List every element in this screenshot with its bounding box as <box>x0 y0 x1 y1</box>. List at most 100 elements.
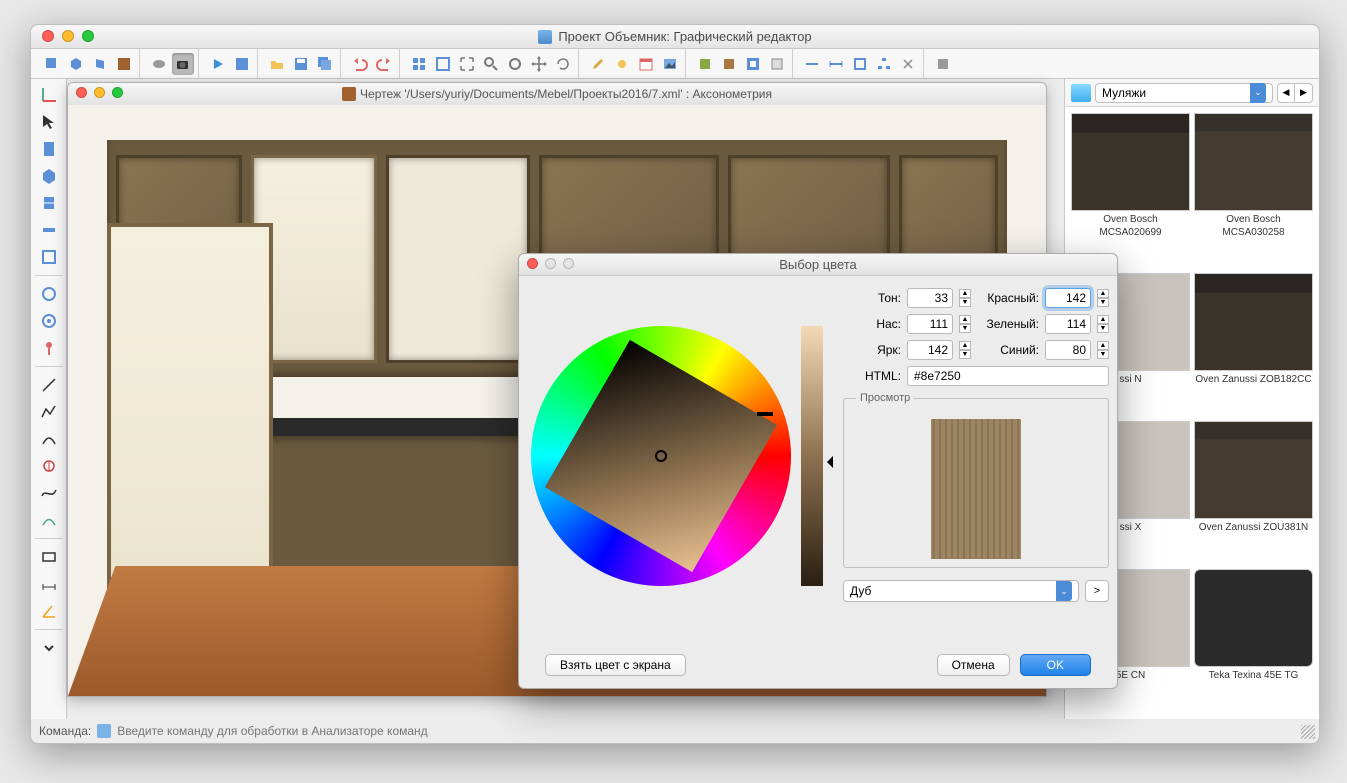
library-item[interactable]: Oven Bosch MCSA030258 <box>1194 113 1313 269</box>
red-input[interactable] <box>1045 288 1091 308</box>
axis-icon[interactable] <box>35 83 63 107</box>
resize-handle-icon[interactable] <box>1301 725 1315 739</box>
image-icon[interactable] <box>659 53 681 75</box>
light-icon[interactable] <box>611 53 633 75</box>
box3d-icon[interactable] <box>35 164 63 188</box>
close-icon[interactable] <box>42 30 54 42</box>
library-folder-select[interactable]: Муляжи ⌄ <box>1095 83 1273 103</box>
undo-icon[interactable] <box>349 53 371 75</box>
blue-spinner[interactable]: ▲▼ <box>1097 341 1109 359</box>
panel-icon[interactable] <box>35 191 63 215</box>
command-input[interactable] <box>117 724 1311 738</box>
save-all-icon[interactable] <box>314 53 336 75</box>
html-input[interactable] <box>907 366 1109 386</box>
redo-icon[interactable] <box>373 53 395 75</box>
green-spinner[interactable]: ▲▼ <box>1097 315 1109 333</box>
open-icon[interactable] <box>266 53 288 75</box>
color-value-slider[interactable] <box>801 326 823 586</box>
color-picker-titlebar[interactable]: Выбор цвета <box>519 254 1117 276</box>
fullscreen-icon[interactable] <box>456 53 478 75</box>
material-next-button[interactable]: > <box>1085 580 1109 602</box>
library-item[interactable]: Oven Zanussi ZOB182CC <box>1194 273 1313 417</box>
polyline-icon[interactable] <box>35 400 63 424</box>
cursor-icon[interactable] <box>35 110 63 134</box>
compass-icon[interactable] <box>35 454 63 478</box>
library-item[interactable]: Oven Zanussi ZOU381N <box>1194 421 1313 565</box>
line-icon[interactable] <box>35 373 63 397</box>
slider-marker-icon[interactable] <box>821 456 833 468</box>
sat-spinner[interactable]: ▲▼ <box>959 315 971 333</box>
cancel-button[interactable]: Отмена <box>937 654 1010 676</box>
lib-next-button[interactable]: ▶ <box>1295 83 1313 103</box>
grid-icon[interactable] <box>408 53 430 75</box>
viewport-titlebar[interactable]: Чертеж '/Users/yuriy/Documents/Mebel/Про… <box>68 83 1046 105</box>
curve-icon[interactable] <box>35 508 63 532</box>
measure1-icon[interactable] <box>801 53 823 75</box>
play-icon[interactable] <box>207 53 229 75</box>
pick-from-screen-button[interactable]: Взять цвет с экрана <box>545 654 686 676</box>
save-icon[interactable] <box>290 53 312 75</box>
library-label: Oven Bosch MCSA030258 <box>1194 214 1313 239</box>
texture-icon[interactable] <box>113 53 135 75</box>
window-icon[interactable] <box>432 53 454 75</box>
shelf-icon[interactable] <box>35 218 63 242</box>
zoom-icon[interactable] <box>480 53 502 75</box>
lib-prev-button[interactable]: ◀ <box>1277 83 1295 103</box>
board-icon[interactable] <box>35 245 63 269</box>
val-input[interactable] <box>907 340 953 360</box>
tool2-icon[interactable] <box>718 53 740 75</box>
rotate-icon[interactable] <box>552 53 574 75</box>
app-icon <box>538 30 552 44</box>
cube-iso-icon[interactable] <box>65 53 87 75</box>
tool3-icon[interactable] <box>742 53 764 75</box>
move-icon[interactable] <box>528 53 550 75</box>
sub-minimize-icon[interactable] <box>94 87 105 98</box>
angle-icon[interactable] <box>35 599 63 623</box>
ok-button[interactable]: OK <box>1020 654 1091 676</box>
circle-icon[interactable] <box>35 282 63 306</box>
library-thumb <box>1194 113 1313 211</box>
door-icon[interactable] <box>35 137 63 161</box>
tool4-icon[interactable] <box>766 53 788 75</box>
calendar-icon[interactable] <box>635 53 657 75</box>
measure2-icon[interactable] <box>825 53 847 75</box>
cp-close-icon[interactable] <box>527 258 538 269</box>
hue-spinner[interactable]: ▲▼ <box>959 289 971 307</box>
maximize-icon[interactable] <box>82 30 94 42</box>
chevron-down-icon[interactable] <box>35 636 63 660</box>
rect-icon[interactable] <box>35 545 63 569</box>
material-select[interactable]: Дуб ⌄ <box>843 580 1079 602</box>
green-input[interactable] <box>1045 314 1091 334</box>
eye-icon[interactable] <box>148 53 170 75</box>
spline-icon[interactable] <box>35 481 63 505</box>
main-titlebar[interactable]: Проект Объемник: Графический редактор <box>31 25 1319 49</box>
minimize-icon[interactable] <box>62 30 74 42</box>
snap-icon[interactable] <box>897 53 919 75</box>
arc-icon[interactable] <box>35 427 63 451</box>
red-spinner[interactable]: ▲▼ <box>1097 289 1109 307</box>
cube-front-icon[interactable] <box>41 53 63 75</box>
tool1-icon[interactable] <box>694 53 716 75</box>
hue-input[interactable] <box>907 288 953 308</box>
library-item[interactable]: Oven Bosch MCSA020699 <box>1071 113 1190 269</box>
color-wheel[interactable] <box>531 326 791 586</box>
target-icon[interactable] <box>35 309 63 333</box>
sub-maximize-icon[interactable] <box>112 87 123 98</box>
val-spinner[interactable]: ▲▼ <box>959 341 971 359</box>
library-item[interactable]: Teka Texina 45E TG <box>1194 569 1313 713</box>
measure3-icon[interactable] <box>849 53 871 75</box>
hierarchy-icon[interactable] <box>873 53 895 75</box>
blue-input[interactable] <box>1045 340 1091 360</box>
cube-side-icon[interactable] <box>89 53 111 75</box>
color-picker-dialog: Выбор цвета <box>518 253 1118 689</box>
sub-close-icon[interactable] <box>76 87 87 98</box>
pin-icon[interactable] <box>35 336 63 360</box>
save-as-icon[interactable] <box>231 53 253 75</box>
dims-icon[interactable] <box>35 572 63 596</box>
extra-icon[interactable] <box>932 53 954 75</box>
sat-input[interactable] <box>907 314 953 334</box>
brush-icon[interactable] <box>587 53 609 75</box>
zoom-reset-icon[interactable] <box>504 53 526 75</box>
folder-icon <box>1071 84 1091 102</box>
camera-icon[interactable] <box>172 53 194 75</box>
